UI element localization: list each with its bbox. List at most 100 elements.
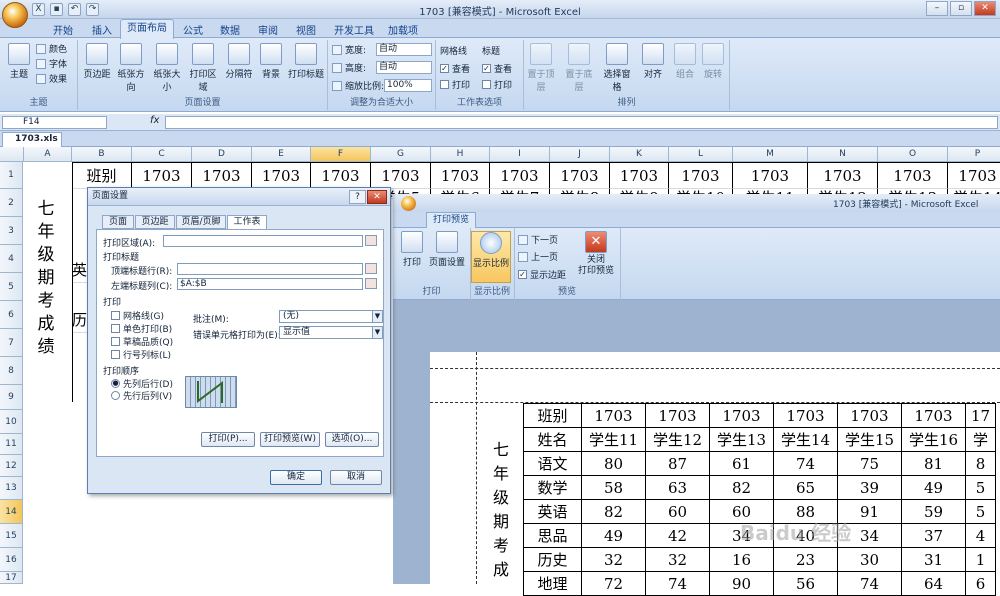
errors-select[interactable]: 显示值 ▼ [279,326,383,339]
gridlines-view-checkbox[interactable]: ✓ 查看 [440,62,470,75]
tab-page-layout[interactable]: 页面布局 [120,19,174,39]
row-header[interactable]: 13 [0,477,23,500]
sheet-cell[interactable]: 1703 [878,162,948,189]
sheet-cell[interactable]: 1703 [733,162,808,189]
breaks-button[interactable]: 分隔符 [222,43,256,80]
sheet-cell[interactable]: 历 [72,309,87,333]
tab-view[interactable]: 视图 [296,22,316,37]
column-header[interactable]: L [669,147,733,162]
column-header[interactable]: H [431,147,490,162]
sheet-cell[interactable]: 1703 [490,162,550,189]
name-box[interactable]: F14 [2,116,107,129]
office-button[interactable] [2,2,28,28]
pv-page-setup-button[interactable]: 页面设置 [427,231,467,268]
sheet-cell[interactable]: 英 [72,259,87,283]
show-margins-checkbox[interactable]: ✓ 显示边距 [518,268,566,281]
size-button[interactable]: 纸张大小 [150,43,184,93]
gridlines-print-checkbox[interactable]: 打印 [440,78,470,91]
prev-page-button[interactable]: 上一页 [518,250,558,263]
scale-input[interactable]: 100% [384,79,432,92]
row-header[interactable]: 17 [0,572,23,584]
help-button[interactable]: ? [349,190,366,204]
row-header[interactable]: 6 [0,301,23,329]
print-button[interactable]: 打印(P)... [201,432,255,447]
row-header[interactable]: 14 [0,500,23,524]
restore-button[interactable]: ▫ [950,1,972,16]
fx-icon[interactable]: fx [150,115,159,126]
dtab-header-footer[interactable]: 页眉/页脚 [176,215,226,229]
rotate-button[interactable]: 旋转 [696,43,730,80]
close-window-button[interactable]: ✕ [974,1,996,16]
sheet-cell[interactable]: 1703 [192,162,252,189]
print-preview-button[interactable]: 打印预览(W) [260,432,320,447]
cancel-button[interactable]: 取消 [330,470,382,485]
tab-insert[interactable]: 插入 [92,22,112,37]
rowcol-checkbox[interactable]: 行号列标(L) [111,348,171,361]
comments-select[interactable]: (无) ▼ [279,310,383,323]
sheet-cell[interactable]: 1703 [550,162,610,189]
background-button[interactable]: 背景 [254,43,288,80]
tab-review[interactable]: 审阅 [258,22,278,37]
column-header[interactable]: E [252,147,311,162]
sheet-cell[interactable]: 1703 [948,162,1000,189]
row-header[interactable]: 4 [0,245,23,273]
workbook-tab[interactable]: 1703.xls * [2,132,62,157]
row-header[interactable]: 8 [0,357,23,385]
sheet-cell[interactable]: 1703 [252,162,311,189]
print-titles-button[interactable]: 打印标题 [286,43,326,80]
margins-button[interactable]: 页边距 [80,43,114,80]
column-header[interactable]: O [878,147,948,162]
row-header[interactable]: 5 [0,273,23,301]
draft-checkbox[interactable]: 草稿品质(Q) [111,335,173,348]
pv-print-button[interactable]: 打印 [397,231,427,268]
sheet-cell[interactable]: 1703 [311,162,371,189]
sheet-cell[interactable]: 1703 [431,162,490,189]
next-page-button[interactable]: 下一页 [518,233,558,246]
formula-input[interactable] [165,116,998,129]
send-back-button[interactable]: 置于底层 [562,43,596,93]
top-rows-input[interactable] [177,263,363,275]
tab-print-preview[interactable]: 打印预览 [426,212,476,228]
effects-button[interactable]: 效果 [36,72,67,85]
minimize-button[interactable]: – [926,1,948,16]
print-area-button[interactable]: 打印区域 [186,43,220,93]
sheet-cell[interactable]: 1703 [610,162,669,189]
sheet-cell[interactable]: 班别 [72,162,132,189]
column-header[interactable]: G [371,147,431,162]
tab-home[interactable]: 开始 [53,22,73,37]
column-header[interactable]: D [192,147,252,162]
column-header[interactable]: M [733,147,808,162]
select-all-corner[interactable] [0,147,24,162]
column-header[interactable]: J [550,147,610,162]
orientation-button[interactable]: 纸张方向 [114,43,148,93]
sheet-cell[interactable]: 1703 [371,162,431,189]
height-select[interactable]: 自动 [376,61,432,74]
headings-print-checkbox[interactable]: 打印 [482,78,512,91]
row-header[interactable]: 9 [0,385,23,410]
colors-button[interactable]: 颜色 [36,42,67,55]
column-header[interactable]: K [610,147,669,162]
headings-view-checkbox[interactable]: ✓ 查看 [482,62,512,75]
tab-data[interactable]: 数据 [220,22,240,37]
column-header[interactable]: A [24,147,72,162]
row-header[interactable]: 16 [0,548,23,572]
tab-addins[interactable]: 加载项 [388,22,418,37]
options-button[interactable]: 选项(O)... [325,432,379,447]
column-header[interactable]: B [72,147,132,162]
bring-front-button[interactable]: 置于顶层 [524,43,558,93]
row-header[interactable]: 15 [0,524,23,548]
tab-developer[interactable]: 开发工具 [334,22,374,37]
sheet-cell[interactable]: 1703 [132,162,192,189]
row-header[interactable]: 7 [0,329,23,357]
column-header[interactable]: I [490,147,550,162]
selection-pane-button[interactable]: 选择窗格 [600,43,634,93]
collapse-icon[interactable] [365,263,377,274]
office-button-icon[interactable] [401,196,416,211]
row-header[interactable]: 10 [0,410,23,434]
dtab-margins[interactable]: 页边距 [135,215,175,229]
align-button[interactable]: 对齐 [636,43,670,80]
theme-button[interactable]: 主题 [2,43,36,80]
order-over-radio[interactable]: 先行后列(V) [111,389,172,402]
row-header[interactable]: 1 [0,162,23,189]
dialog-close-button[interactable]: ✕ [367,190,387,204]
